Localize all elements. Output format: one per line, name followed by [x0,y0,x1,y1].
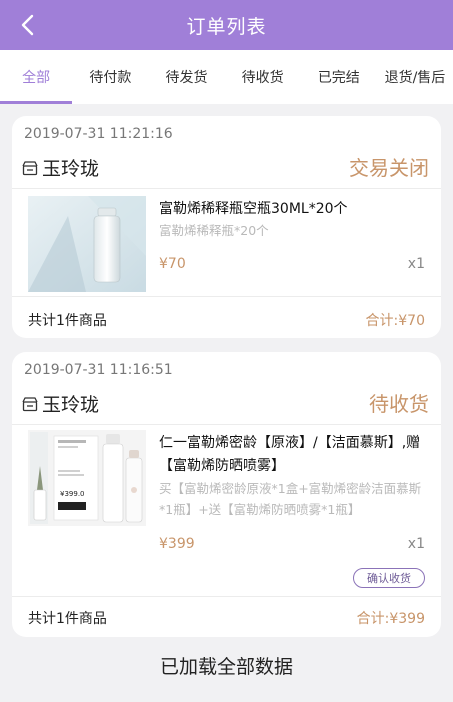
shop-name-row[interactable]: 玉玲珑 [22,390,99,417]
tab-all[interactable]: 全部 [0,50,73,104]
shop-name: 玉玲珑 [42,394,100,416]
product-price: ¥399 [159,536,195,552]
item-count: 共计1件商品 [28,313,107,329]
tab-pending-shipment[interactable]: 待发货 [148,50,224,104]
tab-pending-payment[interactable]: 待付款 [72,50,148,104]
shop-icon [22,396,38,411]
confirm-receipt-button[interactable]: 确认收货 [353,568,425,588]
bottle-image [28,196,146,292]
shop-name: 玉玲珑 [42,158,100,180]
shop-icon [22,160,38,175]
product-image[interactable]: ¥399.0 [28,430,146,526]
product-spec: 买【富勒烯密龄原液*1盒+富勒烯密龄洁面慕斯*1瓶】+送【富勒烯防晒喷雾*1瓶】 [159,481,422,517]
divider [12,596,441,597]
app-header: 订单列表 [0,0,453,50]
order-status-tabs: 全部 待付款 待发货 待收货 已完结 退货/售后 [0,50,453,104]
product-image[interactable] [28,196,146,292]
order-total: 合计:¥70 [365,313,425,329]
product-qty: x1 [407,256,425,272]
divider [12,424,441,425]
back-button[interactable] [14,10,40,40]
order-status: 待收货 [369,392,429,416]
order-total: 合计:¥399 [356,611,425,627]
product-spec: 富勒烯稀释瓶*20个 [159,223,269,238]
order-date: 2019-07-31 11:21:16 [24,126,173,142]
divider [12,296,441,297]
order-card[interactable]: 2019-07-31 11:16:51 玉玲珑 待收货 ¥399.0 仁一富勒烯… [12,352,441,637]
tab-pending-receipt[interactable]: 待收货 [225,50,301,104]
product-price: ¥70 [159,256,186,272]
product-set-image: ¥399.0 [28,430,146,526]
all-loaded-text: 已加载全部数据 [159,656,293,678]
order-status: 交易关闭 [349,156,429,180]
order-card[interactable]: 2019-07-31 11:21:16 玉玲珑 交易关闭 富勒烯稀释瓶空瓶30M… [12,116,441,338]
product-name[interactable]: 仁一富勒烯密龄【原液】/【洁面慕斯】,赠【富勒烯防晒喷雾】 [159,432,427,478]
chevron-left-icon [21,14,34,36]
tab-completed[interactable]: 已完结 [301,50,377,104]
product-name[interactable]: 富勒烯稀释瓶空瓶30ML*20个 [159,198,427,221]
order-date: 2019-07-31 11:16:51 [24,362,173,378]
divider [12,188,441,189]
tab-returns[interactable]: 退货/售后 [377,50,453,104]
item-count: 共计1件商品 [28,611,107,627]
product-qty: x1 [407,536,425,552]
image-price-text: ¥399.0 [60,490,85,498]
shop-name-row[interactable]: 玉玲珑 [22,154,99,181]
page-title: 订单列表 [186,15,267,38]
